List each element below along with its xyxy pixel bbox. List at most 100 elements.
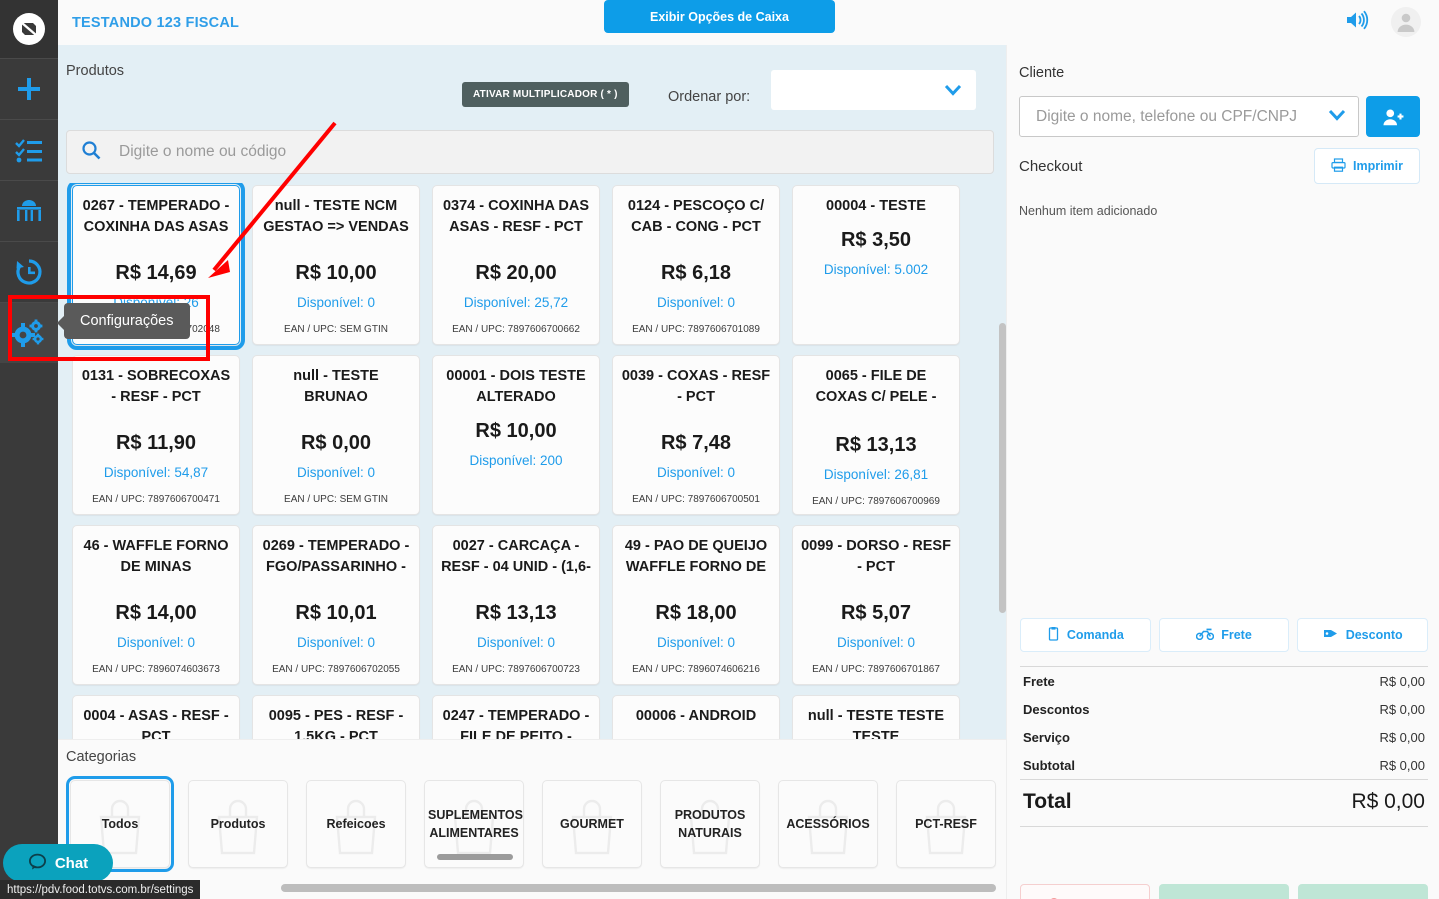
product-price: R$ 11,90 (116, 432, 196, 455)
product-card[interactable]: 0027 - CARCAÇA - RESF - 04 UNID - (1,6-R… (432, 525, 600, 685)
sidebar-item-history[interactable] (0, 241, 58, 302)
categories-title: Categorias (66, 749, 136, 765)
product-card[interactable]: 0099 - DORSO - RESF - PCTR$ 5,07Disponív… (792, 525, 960, 685)
product-ean: EAN / UPC: SEM GTIN (284, 494, 388, 505)
product-name: 00004 - TESTE (800, 196, 952, 217)
product-price: R$ 5,07 (841, 602, 911, 625)
product-card-slot: 0374 - COXINHA DAS ASAS - RESF - PCTR$ 2… (426, 183, 606, 353)
product-ean: EAN / UPC: 7897606701089 (632, 324, 760, 335)
category-card[interactable]: SUPLEMENTOS ALIMENTARES (424, 780, 524, 868)
categories-scrollbar-track[interactable] (66, 884, 996, 892)
product-card[interactable]: null - TESTE NCM GESTAO => VENDASR$ 10,0… (252, 185, 420, 345)
category-label: Produtos (207, 815, 270, 833)
product-card[interactable]: 0131 - SOBRECOXAS - RESF - PCTR$ 11,90Di… (72, 355, 240, 515)
comanda-button[interactable]: Comanda (1020, 618, 1151, 652)
product-price: R$ 10,01 (295, 602, 376, 625)
product-availability: Disponível: 0 (657, 635, 735, 650)
product-availability: Disponível: 0 (297, 635, 375, 650)
product-card[interactable]: 0039 - COXAS - RESF - PCTR$ 7,48Disponív… (612, 355, 780, 515)
product-card[interactable]: 49 - PAO DE QUEIJO WAFFLE FORNO DE R$ 18… (612, 525, 780, 685)
products-area: Produtos ATIVAR MULTIPLICADOR ( * ) Orde… (58, 45, 1006, 899)
product-card[interactable]: 0269 - TEMPERADO - FGO/PASSARINHO - R$ 1… (252, 525, 420, 685)
category-slot: Produtos (184, 776, 292, 872)
totals-section: FreteR$ 0,00DescontosR$ 0,00ServiçoR$ 0,… (1020, 666, 1428, 827)
category-card[interactable]: Refeicoes (306, 780, 406, 868)
product-grid-viewport: 0267 - TEMPERADO - COXINHA DAS ASAS R$ 14… (66, 183, 994, 775)
client-search[interactable] (1019, 96, 1359, 137)
total-row-value: R$ 0,00 (1379, 758, 1425, 773)
store-title: TESTANDO 123 FISCAL (72, 15, 239, 31)
sidebar-item-orders[interactable] (0, 119, 58, 180)
products-header: Produtos ATIVAR MULTIPLICADOR ( * ) Orde… (58, 45, 1006, 105)
product-name: 00001 - DOIS TESTE ALTERADO (440, 366, 592, 408)
category-inner-scrollbar[interactable] (437, 854, 513, 860)
delivery-button[interactable]: Delivery (1159, 884, 1289, 899)
product-search[interactable] (66, 130, 994, 174)
category-card[interactable]: PRODUTOS NATURAIS (660, 780, 760, 868)
add-user-icon (1382, 107, 1404, 127)
plus-icon (14, 74, 44, 104)
print-button[interactable]: Imprimir (1314, 148, 1420, 184)
grand-total-label: Total (1023, 790, 1072, 814)
category-card[interactable]: ACESSÓRIOS (778, 780, 878, 868)
product-card[interactable]: null - TESTE BRUNAOR$ 0,00Disponível: 0E… (252, 355, 420, 515)
category-card[interactable]: PCT-RESF (896, 780, 996, 868)
product-card[interactable]: 0374 - COXINHA DAS ASAS - RESF - PCTR$ 2… (432, 185, 600, 345)
category-label: Todos (98, 815, 143, 833)
product-name: 0267 - TEMPERADO - COXINHA DAS ASAS (80, 196, 232, 238)
grand-total-row: Total R$ 0,00 (1020, 780, 1428, 826)
speaker-icon[interactable] (1345, 10, 1369, 35)
cancel-button[interactable]: Cancelar (1020, 884, 1150, 899)
checklist-icon (14, 137, 44, 163)
product-card[interactable]: 00001 - DOIS TESTE ALTERADOR$ 10,00Dispo… (432, 355, 600, 515)
products-title: Produtos (66, 63, 124, 79)
product-availability: Disponível: 54,87 (104, 465, 208, 480)
product-card-slot: 0131 - SOBRECOXAS - RESF - PCTR$ 11,90Di… (66, 353, 246, 523)
product-price: R$ 13,13 (475, 602, 556, 625)
category-slot: ACESSÓRIOS (774, 776, 882, 872)
product-name: 0065 - FILE DE COXAS C/ PELE - RESF - PC… (800, 366, 952, 410)
frete-button[interactable]: Frete (1159, 618, 1290, 652)
product-name: 0269 - TEMPERADO - FGO/PASSARINHO - (260, 536, 412, 578)
product-card-slot: 0269 - TEMPERADO - FGO/PASSARINHO - R$ 1… (246, 523, 426, 693)
show-cash-options-button[interactable]: Exibir Opções de Caixa (604, 0, 835, 33)
app-logo[interactable] (0, 0, 58, 58)
sidebar-item-add[interactable] (0, 58, 58, 119)
chat-bubble-icon (28, 853, 47, 874)
checkout-label: Checkout (1019, 158, 1082, 175)
product-grid-scrollbar-track[interactable] (999, 183, 1006, 775)
category-label: GOURMET (556, 815, 628, 833)
user-avatar-icon (1395, 11, 1417, 33)
categories-scrollbar-thumb[interactable] (281, 884, 996, 892)
print-button-label: Imprimir (1353, 159, 1403, 173)
motorbike-icon (1196, 627, 1214, 643)
activate-multiplier-button[interactable]: ATIVAR MULTIPLICADOR ( * ) (462, 82, 629, 107)
category-card[interactable]: Produtos (188, 780, 288, 868)
sort-select[interactable] (771, 70, 976, 110)
sidebar-item-settings[interactable] (0, 302, 58, 363)
product-price: R$ 14,00 (115, 602, 196, 625)
chat-button[interactable]: Chat (3, 844, 113, 882)
product-card[interactable]: 0065 - FILE DE COXAS C/ PELE - RESF - PC… (792, 355, 960, 515)
sidebar-item-tables[interactable] (0, 180, 58, 241)
client-input[interactable] (1034, 107, 1328, 127)
product-card[interactable]: 00004 - TESTER$ 3,50Disponível: 5.002 (792, 185, 960, 345)
category-card[interactable]: GOURMET (542, 780, 642, 868)
chevron-down-icon[interactable] (1328, 108, 1346, 126)
product-card[interactable]: 46 - WAFFLE FORNO DE MINASR$ 14,00Dispon… (72, 525, 240, 685)
product-card[interactable]: 0124 - PESCOÇO C/ CAB - CONG - PCTR$ 6,1… (612, 185, 780, 345)
product-name: null - TESTE NCM GESTAO => VENDAS (260, 196, 412, 238)
sort-label: Ordenar por: (668, 89, 750, 105)
desconto-label: Desconto (1346, 628, 1403, 642)
history-clock-icon (14, 257, 44, 287)
category-slot: Refeicoes (302, 776, 410, 872)
product-availability: Disponível: 0 (657, 295, 735, 310)
user-avatar[interactable] (1391, 7, 1421, 37)
add-client-button[interactable] (1366, 96, 1420, 137)
category-label: PRODUTOS NATURAIS (661, 806, 759, 842)
product-grid-scrollbar-thumb[interactable] (999, 323, 1006, 613)
finalize-button[interactable]: $ Finalizar (1298, 884, 1428, 899)
search-input[interactable] (117, 142, 993, 162)
product-availability: Disponível: 200 (469, 453, 562, 468)
desconto-button[interactable]: Desconto (1297, 618, 1428, 652)
